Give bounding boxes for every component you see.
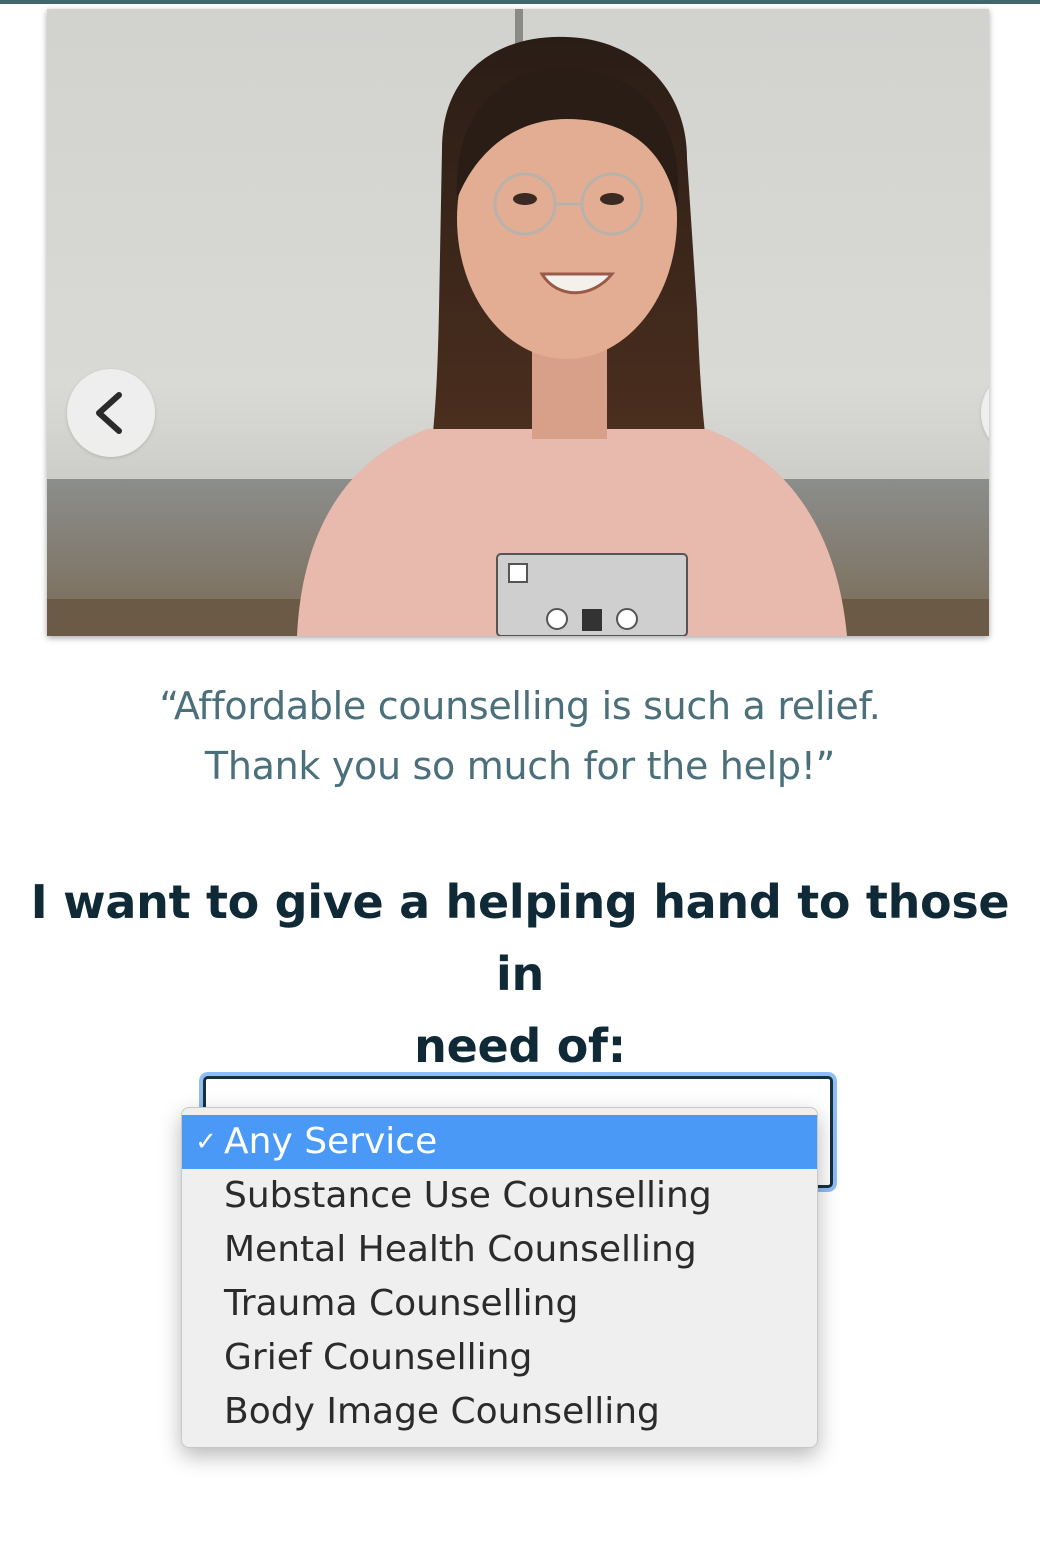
service-option-label: Grief Counselling (224, 1337, 533, 1378)
service-option-body-image[interactable]: Body Image Counselling (182, 1385, 817, 1439)
service-option-mental-health[interactable]: Mental Health Counselling (182, 1223, 817, 1277)
top-accent-bar (0, 0, 1040, 4)
service-option-grief[interactable]: Grief Counselling (182, 1331, 817, 1385)
checkmark-icon: ✓ (195, 1127, 217, 1157)
service-option-label: Any Service (224, 1121, 438, 1162)
service-option-label: Body Image Counselling (224, 1391, 660, 1432)
testimonial-photo (47, 9, 989, 636)
testimonial-quote-line-1: “Affordable counselling is such a relief… (159, 684, 881, 728)
cta-heading: I want to give a helping hand to those i… (0, 866, 1040, 1082)
service-dropdown-list: ✓ Any Service Substance Use Counselling … (181, 1107, 818, 1448)
service-option-label: Substance Use Counselling (224, 1175, 712, 1216)
testimonial-quote-line-2: Thank you so much for the help!” (204, 744, 836, 788)
service-option-any[interactable]: ✓ Any Service (182, 1115, 817, 1169)
carousel-prev-button[interactable] (67, 369, 155, 457)
service-option-label: Mental Health Counselling (224, 1229, 697, 1270)
testimonial-carousel (47, 9, 989, 636)
service-option-label: Trauma Counselling (224, 1283, 579, 1324)
testimonial-quote: “Affordable counselling is such a relief… (20, 676, 1020, 796)
service-option-trauma[interactable]: Trauma Counselling (182, 1277, 817, 1331)
cta-heading-line-1: I want to give a helping hand to those i… (30, 875, 1010, 1001)
service-option-substance-use[interactable]: Substance Use Counselling (182, 1169, 817, 1223)
cta-heading-line-2: need of: (414, 1019, 626, 1073)
chevron-left-icon (96, 392, 122, 434)
